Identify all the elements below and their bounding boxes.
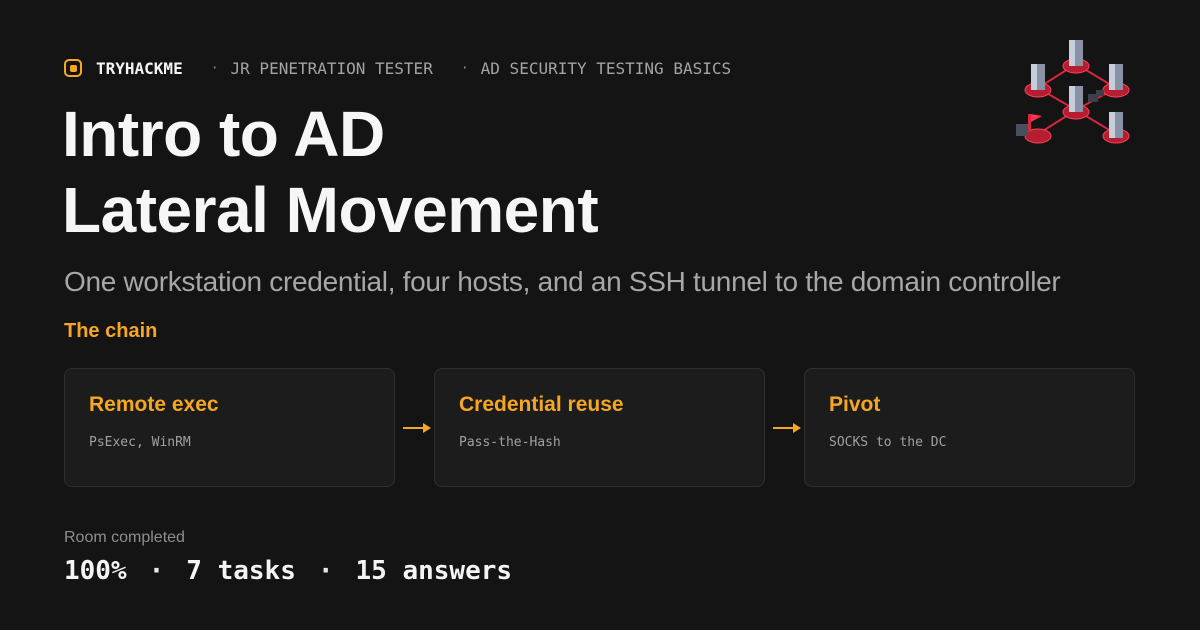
chain-step-credential-reuse: Credential reuse Pass-the-Hash <box>434 368 765 487</box>
chain-step-remote-exec: Remote exec PsExec, WinRM <box>64 368 395 487</box>
page-title: Intro to AD Lateral Movement <box>62 96 599 248</box>
breadcrumb-label: JR PENETRATION TESTER <box>230 58 433 78</box>
completion-value: 100% <box>64 556 127 586</box>
chain-step-detail: SOCKS to the DC <box>829 435 947 450</box>
breadcrumb-label: AD SECURITY TESTING BASICS <box>480 58 732 78</box>
title-line: Intro to AD <box>62 98 385 170</box>
arrow-right-icon <box>403 423 431 433</box>
tasks-count: 7 tasks <box>186 556 296 586</box>
title-line: Lateral Movement <box>62 174 599 246</box>
brand-name: TRYHACKME <box>96 58 183 78</box>
breadcrumb-separator: · <box>460 60 469 76</box>
chain-step-detail: Pass-the-Hash <box>459 435 561 450</box>
chain-step-title: Pivot <box>829 393 881 416</box>
header-bar: TRYHACKME · JR PENETRATION TESTER · AD S… <box>64 56 731 80</box>
chain-step-detail: PsExec, WinRM <box>89 435 191 450</box>
stats-label: Room completed <box>64 529 185 546</box>
chain-step-title: Remote exec <box>89 393 219 416</box>
chain-step-pivot: Pivot SOCKS to the DC <box>804 368 1135 487</box>
chain-section-label: The chain <box>64 320 158 342</box>
breadcrumb-separator: · <box>210 60 219 76</box>
arrow-right-icon <box>773 423 801 433</box>
tryhackme-logo-icon <box>64 59 82 77</box>
stats-separator: · <box>317 556 334 586</box>
chain-step-title: Credential reuse <box>459 393 624 416</box>
breadcrumb-item-module[interactable]: · AD SECURITY TESTING BASICS <box>461 59 731 78</box>
page-subtitle: One workstation credential, four hosts, … <box>64 266 1061 297</box>
breadcrumb-item-path[interactable]: · JR PENETRATION TESTER <box>211 59 433 78</box>
network-servers-icon <box>1016 40 1130 144</box>
stats-separator: · <box>148 556 165 586</box>
stats-row: 100% · 7 tasks · 15 answers <box>64 556 512 586</box>
answers-count: 15 answers <box>355 556 513 586</box>
